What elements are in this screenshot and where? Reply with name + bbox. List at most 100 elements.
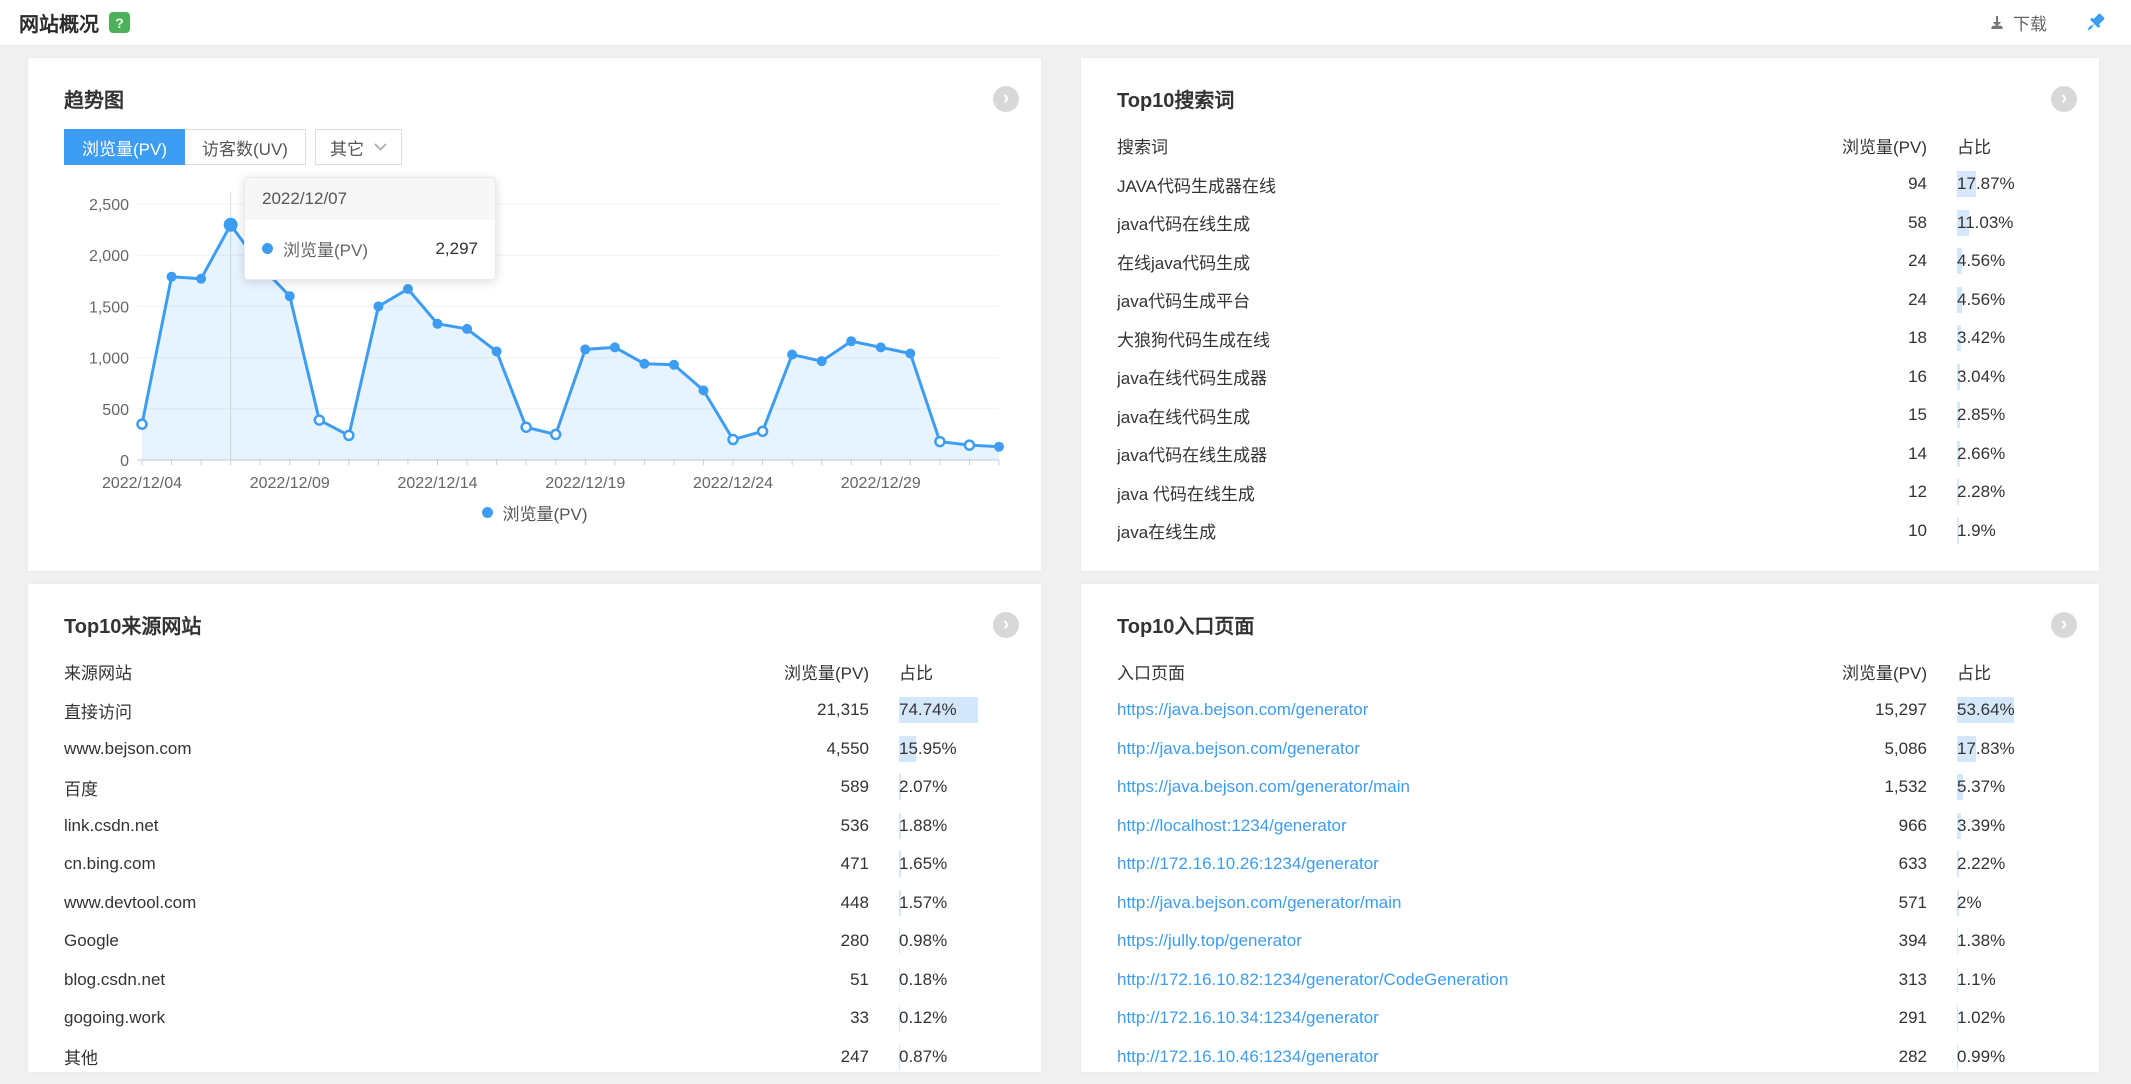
entry-page-link[interactable]: http://172.16.10.82:1234/generator/CodeG… bbox=[1117, 970, 1777, 990]
ratio-text: 2.85% bbox=[1957, 405, 2005, 424]
entry-page-link[interactable]: http://java.bejson.com/generator/main bbox=[1117, 893, 1777, 913]
table-row: java代码生成平台 24 4.56% bbox=[1117, 281, 2063, 320]
row-label: java在线代码生成 bbox=[1117, 403, 1777, 428]
row-pv-value: 24 bbox=[1777, 251, 1927, 271]
entry-page-link[interactable]: http://java.bejson.com/generator bbox=[1117, 739, 1777, 759]
chevron-right-icon: › bbox=[2061, 89, 2067, 108]
row-pv-value: 15 bbox=[1777, 405, 1927, 425]
col-pv: 浏览量(PV) bbox=[1777, 133, 1927, 158]
row-ratio: 3.39% bbox=[1957, 816, 2063, 836]
row-ratio: 1.1% bbox=[1957, 970, 2063, 990]
panel-entry-pages: Top10入口页面 › 入口页面 浏览量(PV) 占比 https://java… bbox=[1080, 583, 2100, 1073]
tab-other-dropdown[interactable]: 其它 bbox=[315, 129, 402, 165]
row-pv-value: 10 bbox=[1777, 521, 1927, 541]
ratio-text: 17.87% bbox=[1957, 174, 2015, 193]
pin-icon[interactable] bbox=[2083, 11, 2107, 35]
row-ratio: 2% bbox=[1957, 893, 2063, 913]
download-button[interactable]: 下载 bbox=[1988, 10, 2047, 35]
panel-expand-button[interactable]: › bbox=[2051, 86, 2077, 112]
svg-text:2,000: 2,000 bbox=[89, 248, 129, 265]
col-ratio: 占比 bbox=[1957, 133, 2063, 158]
entry-page-link[interactable]: http://172.16.10.26:1234/generator bbox=[1117, 854, 1777, 874]
ratio-text: 3.42% bbox=[1957, 328, 2005, 347]
row-label: java代码生成平台 bbox=[1117, 287, 1777, 312]
svg-text:0: 0 bbox=[120, 453, 129, 470]
row-pv-value: 247 bbox=[719, 1047, 869, 1067]
panel-search-terms: Top10搜索词 › 搜索词 浏览量(PV) 占比 JAVA代码生成器在线 94… bbox=[1080, 57, 2100, 572]
row-pv-value: 313 bbox=[1777, 970, 1927, 990]
row-ratio: 0.98% bbox=[899, 931, 1005, 951]
row-ratio: 4.56% bbox=[1957, 290, 2063, 310]
row-pv-value: 571 bbox=[1777, 893, 1927, 913]
row-label: java 代码在线生成 bbox=[1117, 480, 1777, 505]
panel-expand-button[interactable]: › bbox=[993, 612, 1019, 638]
table-row: 直接访问 21,315 74.74% bbox=[64, 691, 1005, 730]
row-ratio: 0.18% bbox=[899, 970, 1005, 990]
ratio-text: 1.65% bbox=[899, 854, 947, 873]
row-label: java代码在线生成 bbox=[1117, 210, 1777, 235]
trend-chart-svg: 05001,0001,5002,0002,5002022/12/042022/1… bbox=[64, 179, 1009, 491]
ratio-text: 1.38% bbox=[1957, 931, 2005, 950]
tab-uv[interactable]: 访客数(UV) bbox=[185, 129, 306, 165]
row-label: www.bejson.com bbox=[64, 739, 719, 759]
ratio-text: 2.22% bbox=[1957, 854, 2005, 873]
row-ratio: 0.99% bbox=[1957, 1047, 2063, 1067]
panel-search-terms-title: Top10搜索词 bbox=[1117, 84, 2063, 113]
chart-legend[interactable]: 浏览量(PV) bbox=[64, 500, 1005, 525]
table-row: 百度 589 2.07% bbox=[64, 768, 1005, 807]
row-pv-value: 280 bbox=[719, 931, 869, 951]
row-label: link.csdn.net bbox=[64, 816, 719, 836]
entry-page-link[interactable]: http://localhost:1234/generator bbox=[1117, 816, 1777, 836]
table-body: JAVA代码生成器在线 94 17.87% java代码在线生成 58 11.0… bbox=[1117, 165, 2063, 550]
col-term: 搜索词 bbox=[1117, 133, 1777, 158]
row-pv-value: 471 bbox=[719, 854, 869, 874]
ratio-text: 1.57% bbox=[899, 893, 947, 912]
chevron-right-icon: › bbox=[1003, 615, 1009, 634]
ratio-text: 3.04% bbox=[1957, 367, 2005, 386]
entry-page-link[interactable]: https://jully.top/generator bbox=[1117, 931, 1777, 951]
row-label: JAVA代码生成器在线 bbox=[1117, 172, 1777, 197]
panel-expand-button[interactable]: › bbox=[2051, 612, 2077, 638]
ratio-text: 2.28% bbox=[1957, 482, 2005, 501]
row-label: 直接访问 bbox=[64, 698, 719, 723]
table-header: 来源网站 浏览量(PV) 占比 bbox=[64, 651, 1005, 691]
panel-expand-button[interactable]: › bbox=[993, 86, 1019, 112]
row-ratio: 5.37% bbox=[1957, 777, 2063, 797]
chevron-down-icon bbox=[374, 143, 387, 151]
row-label: gogoing.work bbox=[64, 1008, 719, 1028]
panel-trend-title: 趋势图 bbox=[64, 84, 1005, 113]
trend-chart[interactable]: 05001,0001,5002,0002,5002022/12/042022/1… bbox=[64, 179, 1005, 496]
col-pv: 浏览量(PV) bbox=[1777, 659, 1927, 684]
col-ratio: 占比 bbox=[1957, 659, 2063, 684]
ratio-text: 0.18% bbox=[899, 970, 947, 989]
row-label: www.devtool.com bbox=[64, 893, 719, 913]
panel-entry-pages-title: Top10入口页面 bbox=[1117, 610, 2063, 639]
panel-trend: 趋势图 › 浏览量(PV) 访客数(UV) 其它 05001,0001,5002… bbox=[27, 57, 1042, 572]
ratio-text: 5.37% bbox=[1957, 777, 2005, 796]
row-pv-value: 94 bbox=[1777, 174, 1927, 194]
table-row: java在线生成 10 1.9% bbox=[1117, 512, 2063, 551]
entry-page-link[interactable]: https://java.bejson.com/generator/main bbox=[1117, 777, 1777, 797]
topbar: 网站概况 ? 下载 bbox=[0, 0, 2131, 46]
entry-page-link[interactable]: http://172.16.10.46:1234/generator bbox=[1117, 1047, 1777, 1067]
row-ratio: 2.22% bbox=[1957, 854, 2063, 874]
row-label: java代码在线生成器 bbox=[1117, 441, 1777, 466]
ratio-text: 0.99% bbox=[1957, 1047, 2005, 1066]
dashboard-grid: 趋势图 › 浏览量(PV) 访客数(UV) 其它 05001,0001,5002… bbox=[0, 46, 2131, 1084]
table-row: http://java.bejson.com/generator 5,086 1… bbox=[1117, 730, 2063, 769]
entry-page-link[interactable]: http://172.16.10.34:1234/generator bbox=[1117, 1008, 1777, 1028]
table-row: www.devtool.com 448 1.57% bbox=[64, 884, 1005, 923]
help-icon[interactable]: ? bbox=[109, 12, 130, 33]
row-ratio: 74.74% bbox=[899, 700, 1005, 720]
tab-pv[interactable]: 浏览量(PV) bbox=[64, 129, 185, 165]
table-row: http://172.16.10.82:1234/generator/CodeG… bbox=[1117, 961, 2063, 1000]
table-row: 在线java代码生成 24 4.56% bbox=[1117, 242, 2063, 281]
svg-text:2022/12/19: 2022/12/19 bbox=[545, 475, 625, 491]
table-row: https://jully.top/generator 394 1.38% bbox=[1117, 922, 2063, 961]
row-label: 大狼狗代码生成在线 bbox=[1117, 326, 1777, 351]
entry-page-link[interactable]: https://java.bejson.com/generator bbox=[1117, 700, 1777, 720]
table-body: https://java.bejson.com/generator 15,297… bbox=[1117, 691, 2063, 1073]
row-ratio: 1.65% bbox=[899, 854, 1005, 874]
row-pv-value: 5,086 bbox=[1777, 739, 1927, 759]
col-pv: 浏览量(PV) bbox=[719, 659, 869, 684]
